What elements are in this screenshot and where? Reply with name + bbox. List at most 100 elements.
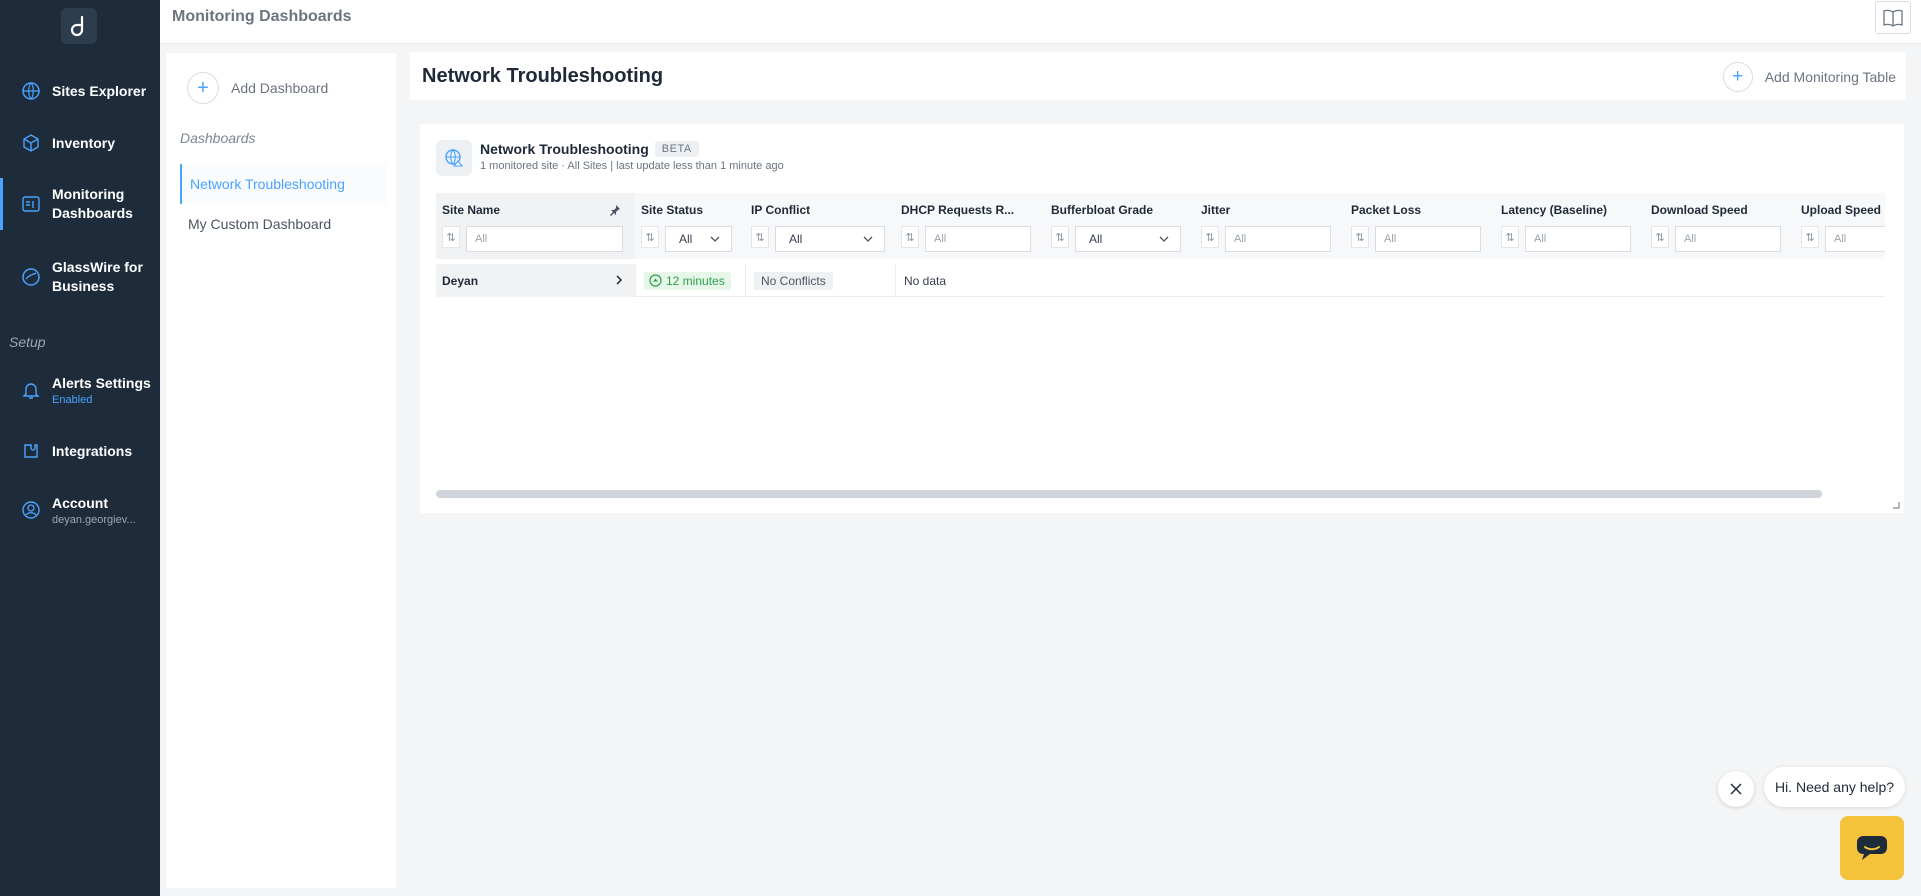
filter-bufferbloat-grade[interactable]: All [1075, 226, 1181, 252]
column-label: Bufferbloat Grade [1051, 203, 1154, 217]
add-monitoring-table-label: Add Monitoring Table [1764, 69, 1896, 85]
select-value: All [789, 232, 803, 246]
sidebar-item-label: Integrations [52, 442, 133, 459]
select-value: All [1089, 232, 1103, 246]
horizontal-scrollbar[interactable] [436, 490, 1822, 498]
cell-site-name[interactable]: Deyan [436, 264, 636, 297]
filter-ip-conflict[interactable]: All [775, 226, 885, 252]
logo-icon[interactable] [61, 8, 97, 44]
table-row[interactable]: Deyan 12 minutes No Conflicts No data [436, 264, 1885, 297]
globe-icon [436, 140, 472, 176]
cell-dhcp-requests: No data [904, 273, 947, 288]
cube-icon [23, 134, 39, 152]
sort-icon[interactable]: ⇅ [1351, 226, 1369, 248]
column-header-dhcp-requests: DHCP Requests R... ⇅ All [895, 193, 1045, 259]
chat-icon [1857, 836, 1887, 860]
site-name: Deyan [442, 273, 479, 288]
sidebar-item-monitoring-dashboards[interactable]: Monitoring Dashboards [0, 178, 160, 230]
filter-upload-speed[interactable]: All [1825, 226, 1885, 252]
cell-ip-conflict: No Conflicts [746, 264, 896, 297]
arrow-up-circle-icon [649, 274, 662, 287]
column-label: Jitter [1201, 203, 1231, 217]
puzzle-icon [24, 444, 38, 458]
setup-section-label: Setup [9, 334, 46, 350]
sidebar-item-label: Alerts Settings [52, 374, 151, 391]
chat-launcher-button[interactable] [1840, 816, 1904, 880]
column-header-download-speed: Download Speed ⇅ All [1645, 193, 1795, 259]
dashboard-item-my-custom-dashboard[interactable]: My Custom Dashboard [180, 204, 386, 244]
globe-icon [22, 82, 40, 100]
top-bar: Monitoring Dashboards [160, 0, 1921, 44]
column-label: IP Conflict [751, 203, 811, 217]
sort-icon[interactable]: ⇅ [1501, 226, 1519, 248]
alerts-status: Enabled [52, 393, 93, 406]
filter-site-name[interactable]: All [466, 226, 623, 252]
sidebar-item-label: GlassWire for [52, 259, 143, 275]
sidebar-item-label: Account [52, 494, 108, 511]
filter-dhcp-requests[interactable]: All [925, 226, 1031, 252]
sidebar-item-account[interactable]: Account deyan.georgiev... [0, 492, 160, 528]
dashboard-title: Network Troubleshooting [422, 65, 664, 87]
dashboard-item-network-troubleshooting[interactable]: Network Troubleshooting [180, 164, 386, 204]
ip-conflict-badge: No Conflicts [754, 271, 833, 290]
add-dashboard-button[interactable]: + Add Dashboard [187, 72, 328, 104]
column-label: DHCP Requests R... [901, 203, 1015, 217]
sidebar-item-label: Monitoring [52, 186, 125, 202]
filter-download-speed[interactable]: All [1675, 226, 1781, 252]
table-subtitle: 1 monitored site · All Sites | last upda… [480, 160, 784, 172]
sort-icon[interactable]: ⇅ [1651, 226, 1669, 248]
sidebar: Sites Explorer Inventory Monitoring Dash… [0, 0, 160, 896]
help-bubble[interactable]: Hi. Need any help? [1764, 767, 1905, 807]
book-icon [1883, 9, 1903, 27]
sort-icon[interactable]: ⇅ [901, 226, 919, 248]
chevron-down-icon [710, 236, 720, 242]
column-label: Latency (Baseline) [1501, 203, 1608, 217]
column-header-ip-conflict: IP Conflict ⇅ All [745, 193, 895, 259]
sort-icon[interactable]: ⇅ [751, 226, 769, 248]
sidebar-item-alerts-settings[interactable]: Alerts Settings Enabled [0, 372, 160, 408]
column-label: Download Speed [1651, 203, 1748, 217]
docs-button[interactable] [1875, 1, 1911, 34]
sort-icon[interactable]: ⇅ [641, 226, 659, 248]
sidebar-item-label: Inventory [52, 134, 116, 151]
close-icon [1730, 783, 1742, 795]
column-header-upload-speed: Upload Speed ⇅ All [1795, 193, 1885, 259]
pin-icon[interactable] [609, 204, 621, 216]
column-label: Upload Speed [1801, 203, 1882, 217]
chevron-right-icon[interactable] [613, 274, 625, 286]
plus-icon: + [187, 72, 219, 104]
sidebar-item-integrations[interactable]: Integrations [0, 440, 160, 462]
sidebar-item-sites-explorer[interactable]: Sites Explorer [0, 80, 160, 102]
add-monitoring-table-button[interactable]: + Add Monitoring Table [1722, 62, 1896, 92]
add-dashboard-label: Add Dashboard [231, 80, 329, 96]
column-label: Site Status [641, 203, 704, 217]
column-header-bufferbloat-grade: Bufferbloat Grade ⇅ All [1045, 193, 1195, 259]
help-close-button[interactable] [1718, 771, 1754, 807]
status-text: 12 minutes [666, 273, 725, 288]
account-email: deyan.georgiev... [52, 513, 136, 526]
monitoring-table-card: Network Troubleshooting BETA 1 monitored… [420, 124, 1904, 513]
resize-handle-icon[interactable] [1892, 501, 1900, 509]
user-icon [22, 501, 40, 519]
sidebar-item-label: Sites Explorer [52, 82, 147, 99]
filter-jitter[interactable]: All [1225, 226, 1331, 252]
sidebar-item-inventory[interactable]: Inventory [0, 132, 160, 154]
sidebar-item-glasswire[interactable]: GlassWire for Business [0, 257, 160, 297]
chevron-down-icon [863, 236, 873, 242]
glasswire-icon [22, 268, 40, 286]
sort-icon[interactable]: ⇅ [442, 226, 460, 248]
filter-site-status[interactable]: All [665, 226, 732, 252]
filter-packet-loss[interactable]: All [1375, 226, 1481, 252]
column-label: Packet Loss [1351, 203, 1422, 217]
column-header-packet-loss: Packet Loss ⇅ All [1345, 193, 1495, 259]
sort-icon[interactable]: ⇅ [1801, 226, 1819, 248]
column-header-latency-baseline: Latency (Baseline) ⇅ All [1495, 193, 1645, 259]
sort-icon[interactable]: ⇅ [1201, 226, 1219, 248]
sort-icon[interactable]: ⇅ [1051, 226, 1069, 248]
plus-icon: + [1722, 62, 1753, 92]
column-header-jitter: Jitter ⇅ All [1195, 193, 1345, 259]
cell-site-status: 12 minutes [636, 264, 746, 297]
table-card-title: Network Troubleshooting BETA [480, 141, 699, 157]
page-title: Monitoring Dashboards [172, 8, 352, 25]
filter-latency-baseline[interactable]: All [1525, 226, 1631, 252]
